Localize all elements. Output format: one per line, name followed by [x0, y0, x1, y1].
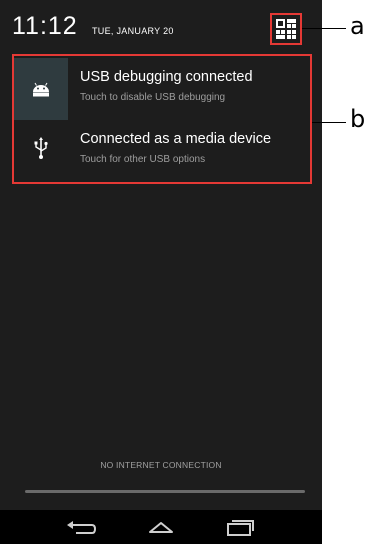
home-icon	[149, 522, 173, 533]
highlight-box-a	[270, 13, 302, 45]
recents-button[interactable]	[222, 516, 258, 538]
recents-icon	[227, 520, 254, 536]
annotation-label-b: b	[350, 105, 366, 133]
navigation-bar	[0, 510, 322, 544]
home-button[interactable]	[143, 516, 179, 538]
leader-line-a	[302, 28, 346, 29]
annotation-label-a: a	[350, 12, 365, 40]
shade-drag-handle[interactable]	[25, 490, 305, 493]
leader-line-b	[312, 122, 346, 123]
back-button[interactable]	[62, 516, 98, 538]
highlight-box-b	[12, 54, 312, 184]
back-icon	[67, 521, 97, 534]
clock: 11:12	[12, 12, 78, 40]
network-status: NO INTERNET CONNECTION	[100, 460, 222, 470]
date: TUE, JANUARY 20	[92, 26, 174, 36]
